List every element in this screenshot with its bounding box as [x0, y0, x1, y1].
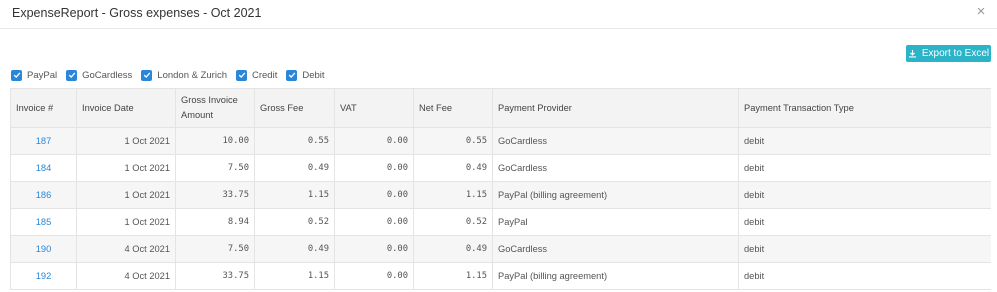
filter-label: PayPal	[27, 69, 58, 81]
table-header-row: Invoice # Invoice Date Gross Invoice Amo…	[10, 88, 991, 128]
vat-cell: 0.00	[334, 154, 414, 182]
export-to-excel-button[interactable]: Export to Excel	[906, 45, 991, 62]
payment-provider-cell: PayPal (billing agreement)	[492, 181, 739, 209]
gross-amount-cell: 7.50	[175, 154, 255, 182]
invoice-link[interactable]: 184	[10, 154, 77, 182]
net-fee-cell: 0.49	[413, 154, 493, 182]
invoice-link[interactable]: 186	[10, 181, 77, 209]
filter-label: Credit	[252, 69, 278, 81]
gross-fee-cell: 1.15	[254, 262, 335, 290]
payment-provider-cell: PayPal	[492, 208, 739, 236]
checkbox-checked-icon[interactable]	[286, 69, 298, 81]
gross-fee-cell: 0.49	[254, 154, 335, 182]
payment-provider-cell: GoCardless	[492, 127, 739, 155]
invoice-date-cell: 1 Oct 2021	[76, 127, 176, 155]
filter-bar: PayPal GoCardless London & Zurich Credit…	[11, 68, 334, 82]
gross-amount-cell: 10.00	[175, 127, 255, 155]
payment-provider-cell: PayPal (billing agreement)	[492, 262, 739, 290]
transaction-type-cell: debit	[738, 262, 991, 290]
gross-fee-cell: 0.52	[254, 208, 335, 236]
invoice-link[interactable]: 185	[10, 208, 77, 236]
filter-gocardless[interactable]: GoCardless	[66, 69, 133, 81]
export-label: Export to Excel	[921, 48, 990, 59]
filter-label: Debit	[302, 69, 325, 81]
expenses-table: Invoice # Invoice Date Gross Invoice Amo…	[10, 88, 991, 290]
gross-fee-cell: 0.49	[254, 235, 335, 263]
gross-amount-cell: 7.50	[175, 235, 255, 263]
filter-label: London & Zurich	[157, 69, 227, 81]
table-row: 184 1 Oct 2021 7.50 0.49 0.00 0.49 GoCar…	[10, 154, 991, 182]
filter-paypal[interactable]: PayPal	[11, 69, 58, 81]
net-fee-cell: 0.49	[413, 235, 493, 263]
vat-cell: 0.00	[334, 181, 414, 209]
column-header-payment-provider[interactable]: Payment Provider	[492, 88, 739, 128]
checkbox-checked-icon[interactable]	[11, 69, 22, 81]
invoice-date-cell: 4 Oct 2021	[76, 235, 176, 263]
vat-cell: 0.00	[334, 235, 414, 263]
checkbox-checked-icon[interactable]	[141, 69, 153, 81]
net-fee-cell: 1.15	[413, 181, 493, 209]
download-icon	[908, 49, 916, 58]
gross-amount-cell: 33.75	[175, 262, 255, 290]
invoice-date-cell: 1 Oct 2021	[76, 181, 176, 209]
gross-fee-cell: 1.15	[254, 181, 335, 209]
invoice-link[interactable]: 187	[10, 127, 77, 155]
vat-cell: 0.00	[334, 127, 414, 155]
transaction-type-cell: debit	[738, 181, 991, 209]
table-row: 190 4 Oct 2021 7.50 0.49 0.00 0.49 GoCar…	[10, 235, 991, 263]
close-icon[interactable]: ×	[973, 4, 989, 20]
net-fee-cell: 1.15	[413, 262, 493, 290]
column-header-gross-invoice-amount[interactable]: Gross Invoice Amount	[175, 88, 255, 128]
invoice-date-cell: 1 Oct 2021	[76, 208, 176, 236]
checkbox-checked-icon[interactable]	[236, 69, 247, 81]
dialog-header: ExpenseReport - Gross expenses - Oct 202…	[0, 0, 997, 29]
table-row: 185 1 Oct 2021 8.94 0.52 0.00 0.52 PayPa…	[10, 208, 991, 236]
gross-amount-cell: 33.75	[175, 181, 255, 209]
column-header-invoice[interactable]: Invoice #	[10, 88, 77, 128]
column-header-invoice-date[interactable]: Invoice Date	[76, 88, 176, 128]
column-header-vat[interactable]: VAT	[334, 88, 414, 128]
column-header-gross-fee[interactable]: Gross Fee	[254, 88, 335, 128]
table-row: 186 1 Oct 2021 33.75 1.15 0.00 1.15 PayP…	[10, 181, 991, 209]
invoice-date-cell: 1 Oct 2021	[76, 154, 176, 182]
dialog-title: ExpenseReport - Gross expenses - Oct 202…	[12, 6, 262, 20]
filter-debit[interactable]: Debit	[286, 69, 325, 81]
gross-fee-cell: 0.55	[254, 127, 335, 155]
gross-amount-cell: 8.94	[175, 208, 255, 236]
transaction-type-cell: debit	[738, 154, 991, 182]
transaction-type-cell: debit	[738, 208, 991, 236]
net-fee-cell: 0.55	[413, 127, 493, 155]
checkbox-checked-icon[interactable]	[66, 69, 78, 81]
filter-credit[interactable]: Credit	[236, 69, 278, 81]
table-row: 192 4 Oct 2021 33.75 1.15 0.00 1.15 PayP…	[10, 262, 991, 290]
invoice-link[interactable]: 190	[10, 235, 77, 263]
vat-cell: 0.00	[334, 262, 414, 290]
invoice-link[interactable]: 192	[10, 262, 77, 290]
table-row: 187 1 Oct 2021 10.00 0.55 0.00 0.55 GoCa…	[10, 127, 991, 155]
expenses-table-container[interactable]: Invoice # Invoice Date Gross Invoice Amo…	[10, 88, 991, 292]
payment-provider-cell: GoCardless	[492, 154, 739, 182]
column-header-net-fee[interactable]: Net Fee	[413, 88, 493, 128]
invoice-date-cell: 4 Oct 2021	[76, 262, 176, 290]
payment-provider-cell: GoCardless	[492, 235, 739, 263]
filter-london-zurich[interactable]: London & Zurich	[141, 69, 227, 81]
column-header-payment-transaction-type[interactable]: Payment Transaction Type	[738, 88, 991, 128]
net-fee-cell: 0.52	[413, 208, 493, 236]
transaction-type-cell: debit	[738, 127, 991, 155]
filter-label: GoCardless	[82, 69, 133, 81]
vat-cell: 0.00	[334, 208, 414, 236]
transaction-type-cell: debit	[738, 235, 991, 263]
